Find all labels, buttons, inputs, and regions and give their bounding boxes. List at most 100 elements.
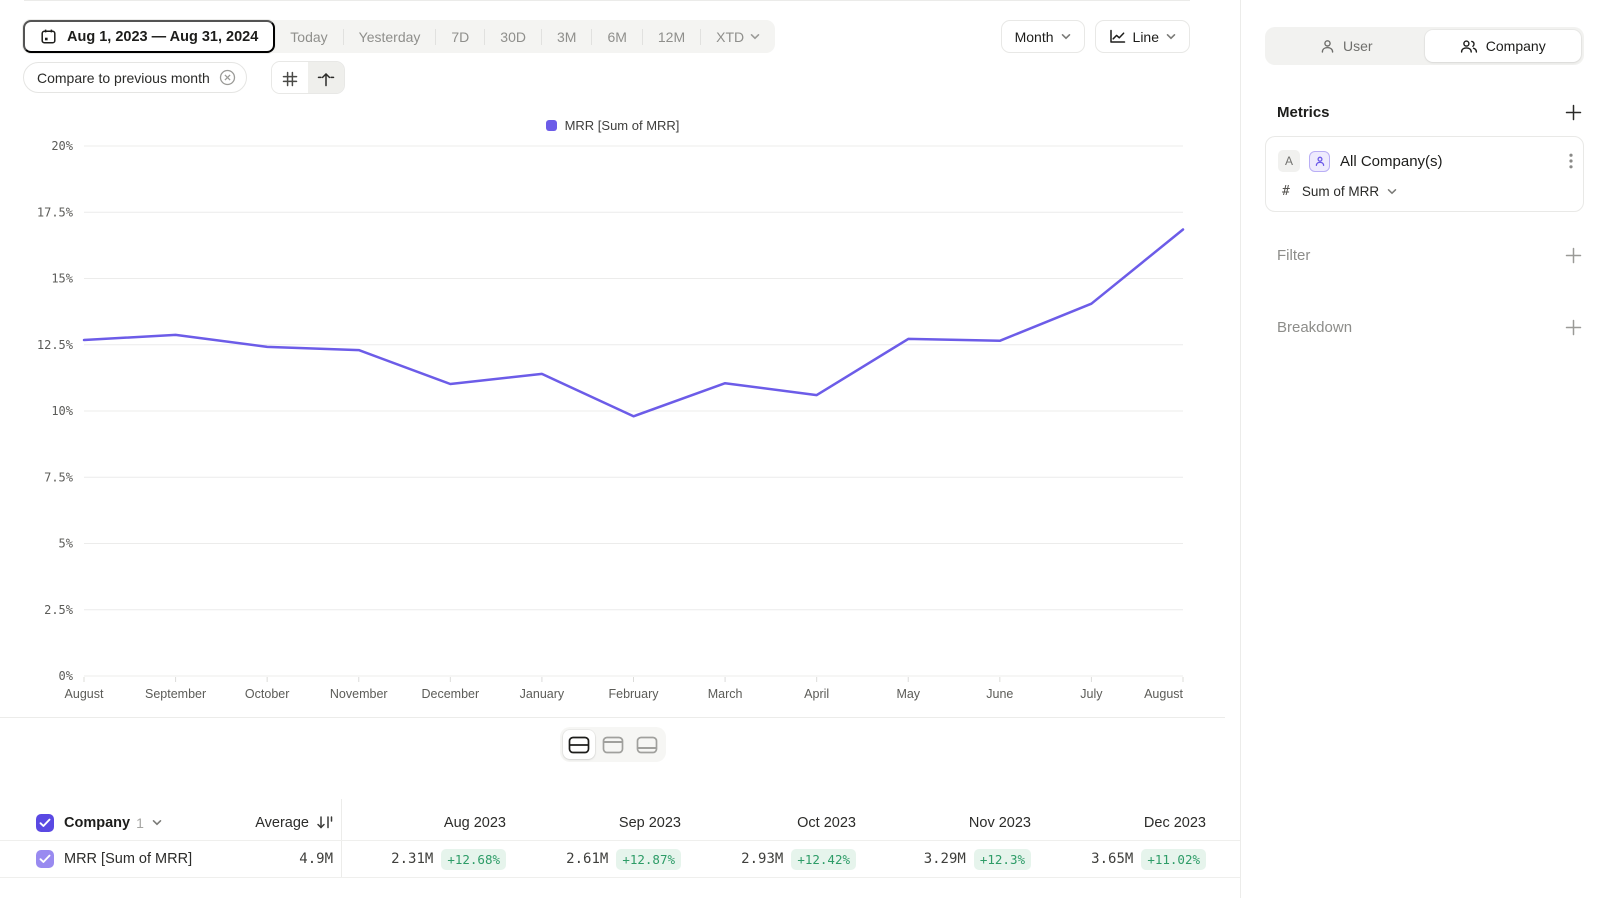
tab-company[interactable]: Company: [1425, 30, 1582, 62]
row-checkbox[interactable]: [36, 850, 54, 868]
delta-badge: +12.3%: [974, 849, 1031, 870]
preset-button-12m[interactable]: 12M: [643, 20, 700, 53]
add-filter-button[interactable]: [1565, 247, 1582, 264]
line-chart-icon: [1109, 29, 1126, 44]
preset-button-today[interactable]: Today: [275, 20, 342, 53]
select-all-checkbox[interactable]: [36, 814, 54, 832]
preset-label: 7D: [451, 29, 469, 45]
y-axis-tick-label: 7.5%: [44, 470, 74, 484]
preset-button-3m[interactable]: 3M: [542, 20, 591, 53]
metric-row-average: 4.9M: [299, 851, 333, 867]
grid-icon: [282, 71, 298, 87]
table-only-view-button[interactable]: [631, 730, 663, 759]
tab-company-label: Company: [1486, 38, 1546, 54]
chevron-down-icon: [1166, 33, 1176, 40]
preset-button-30d[interactable]: 30D: [485, 20, 541, 53]
preset-button-xtd[interactable]: XTD: [701, 20, 775, 53]
table-row-cells: 2.31M+12.68%2.61M+12.87%2.93M+12.42%3.29…: [341, 849, 1216, 870]
metric-row-name: MRR [Sum of MRR]: [64, 851, 192, 867]
chart-type-label: Line: [1133, 29, 1159, 45]
toolbar: Aug 1, 2023 — Aug 31, 2024 Today Yesterda…: [23, 20, 1190, 53]
cell-value: 2.61M: [566, 851, 608, 867]
preset-label: 12M: [658, 29, 685, 45]
grid-toggle-button[interactable]: [272, 62, 308, 94]
calendar-icon: [40, 28, 57, 45]
chevron-down-icon: [750, 33, 760, 40]
delta-badge: +12.68%: [441, 849, 506, 870]
metrics-section-title: Metrics: [1277, 104, 1330, 121]
mrr-series-line: [84, 230, 1183, 417]
sort-icon: [316, 815, 333, 830]
entity-column-label: Company: [64, 815, 130, 831]
section-divider: [0, 717, 1225, 718]
chart-canvas: 0%2.5%5%7.5%10%12.5%15%17.5%20%AugustSep…: [0, 130, 1225, 706]
date-range-label: Aug 1, 2023 — Aug 31, 2024: [67, 29, 258, 45]
x-axis-label: December: [421, 687, 479, 701]
top-divider: [24, 0, 1190, 1]
period-column-header[interactable]: Sep 2023: [516, 815, 691, 831]
x-axis-label: July: [1080, 687, 1103, 701]
cell-value: 2.31M: [391, 851, 433, 867]
granularity-dropdown[interactable]: Month: [1001, 20, 1085, 53]
metric-value-cell: 3.29M +12.3%: [866, 849, 1041, 870]
table-row[interactable]: MRR [Sum of MRR] 4.9M 2.31M +12.68% 2.61M +…: [0, 841, 1240, 877]
cell-value: 3.65M: [1091, 851, 1133, 867]
preset-button-6m[interactable]: 6M: [592, 20, 641, 53]
preset-label: XTD: [716, 29, 744, 45]
breakdown-label: Breakdown: [1277, 319, 1352, 336]
user-icon: [1320, 39, 1335, 54]
x-axis-label: August: [1144, 687, 1183, 701]
chevron-down-icon[interactable]: [1387, 188, 1397, 195]
table-row-left: MRR [Sum of MRR] 4.9M: [0, 850, 341, 868]
y-axis-tick-label: 10%: [51, 404, 73, 418]
average-label: Average: [255, 815, 309, 831]
chevron-down-icon[interactable]: [152, 819, 162, 826]
split-view-button[interactable]: [563, 730, 595, 759]
x-axis-label: September: [145, 687, 206, 701]
preset-label: Yesterday: [359, 29, 421, 45]
cell-value: 2.93M: [741, 851, 783, 867]
chart-only-view-button[interactable]: [597, 730, 629, 759]
metric-value-cell: 2.93M+12.42%: [691, 849, 866, 870]
remove-compare-icon[interactable]: [219, 69, 236, 86]
date-range-button[interactable]: Aug 1, 2023 — Aug 31, 2024: [23, 20, 275, 53]
chevron-down-icon: [1061, 33, 1071, 40]
aggregation-label[interactable]: Sum of MRR: [1302, 184, 1379, 199]
config-sidebar: User Company Metrics A: [1240, 0, 1600, 898]
metric-entity-name: All Company(s): [1340, 153, 1443, 170]
period-column-header[interactable]: Oct 2023: [691, 815, 866, 831]
preset-label: 6M: [607, 29, 626, 45]
y-axis-tick-label: 20%: [51, 139, 73, 153]
metric-card[interactable]: A All Company(s) # Sum of MRR: [1265, 136, 1584, 212]
add-metric-button[interactable]: [1565, 104, 1582, 121]
company-badge-icon: [1309, 151, 1330, 172]
cumulative-toggle-button[interactable]: [308, 62, 344, 94]
table-period-headers: Aug 2023Sep 2023Oct 2023Nov 2023Dec 2023: [341, 815, 1216, 831]
y-axis-tick-label: 0%: [59, 669, 74, 683]
preset-buttons: Today Yesterday 7D 30D3M 6M 12M XTD: [275, 20, 775, 53]
add-breakdown-button[interactable]: [1565, 319, 1582, 336]
split-view-icon: [568, 736, 590, 754]
tab-user-label: User: [1343, 38, 1373, 54]
period-column-header[interactable]: Dec 2023: [1041, 815, 1216, 831]
period-column-header[interactable]: Nov 2023: [866, 815, 1041, 831]
line-chart[interactable]: 0%2.5%5%7.5%10%12.5%15%17.5%20%AugustSep…: [0, 130, 1225, 706]
cell-value: 3.29M: [924, 851, 966, 867]
metric-menu-button[interactable]: [1569, 153, 1573, 169]
delta-badge: +11.02%: [1141, 849, 1206, 870]
x-axis-label: August: [65, 687, 104, 701]
preset-button-7d[interactable]: 7D: [436, 20, 484, 53]
chart-option-toggles: [271, 61, 345, 94]
breakdown-section: Breakdown: [1277, 319, 1582, 336]
entity-count: 1: [136, 815, 144, 831]
chart-type-dropdown[interactable]: Line: [1095, 20, 1190, 53]
preset-button-yesterday[interactable]: Yesterday: [344, 20, 436, 53]
period-column-header[interactable]: Aug 2023: [341, 815, 516, 831]
date-preset-group: Aug 1, 2023 — Aug 31, 2024 Today Yesterda…: [23, 20, 775, 53]
average-column-header[interactable]: Average: [255, 815, 333, 831]
y-axis-tick-label: 2.5%: [44, 603, 74, 617]
table-row-divider: [0, 840, 1240, 841]
tab-user[interactable]: User: [1268, 30, 1425, 62]
toolbar-row-2: Compare to previous month: [23, 61, 345, 94]
compare-chip[interactable]: Compare to previous month: [23, 62, 247, 93]
